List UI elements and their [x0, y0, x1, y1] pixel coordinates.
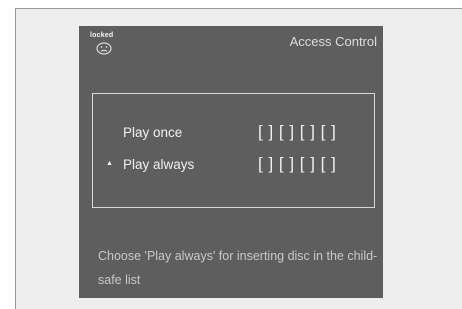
access-control-screen: locked Access Control Play once [ ] [ ] … — [79, 26, 383, 298]
sad-face-icon — [96, 42, 112, 60]
lock-status-label: locked — [90, 32, 114, 39]
lock-status: locked — [90, 32, 130, 58]
selection-arrow-icon: ▲ — [106, 160, 113, 167]
code-entry-slots[interactable]: [ ] [ ] [ ] [ ] — [258, 122, 336, 142]
code-entry-slots[interactable]: [ ] [ ] [ ] [ ] — [258, 154, 336, 174]
option-label: Play always — [123, 157, 195, 172]
options-panel: Play once [ ] [ ] [ ] [ ] ▲ Play always … — [92, 93, 375, 208]
option-label: Play once — [123, 125, 183, 140]
screen-title: Access Control — [289, 34, 377, 49]
help-text: Choose 'Play always' for inserting disc … — [98, 249, 378, 287]
option-play-once[interactable]: Play once [ ] [ ] [ ] [ ] — [93, 122, 374, 143]
option-play-always[interactable]: ▲ Play always [ ] [ ] [ ] [ ] — [93, 154, 374, 175]
